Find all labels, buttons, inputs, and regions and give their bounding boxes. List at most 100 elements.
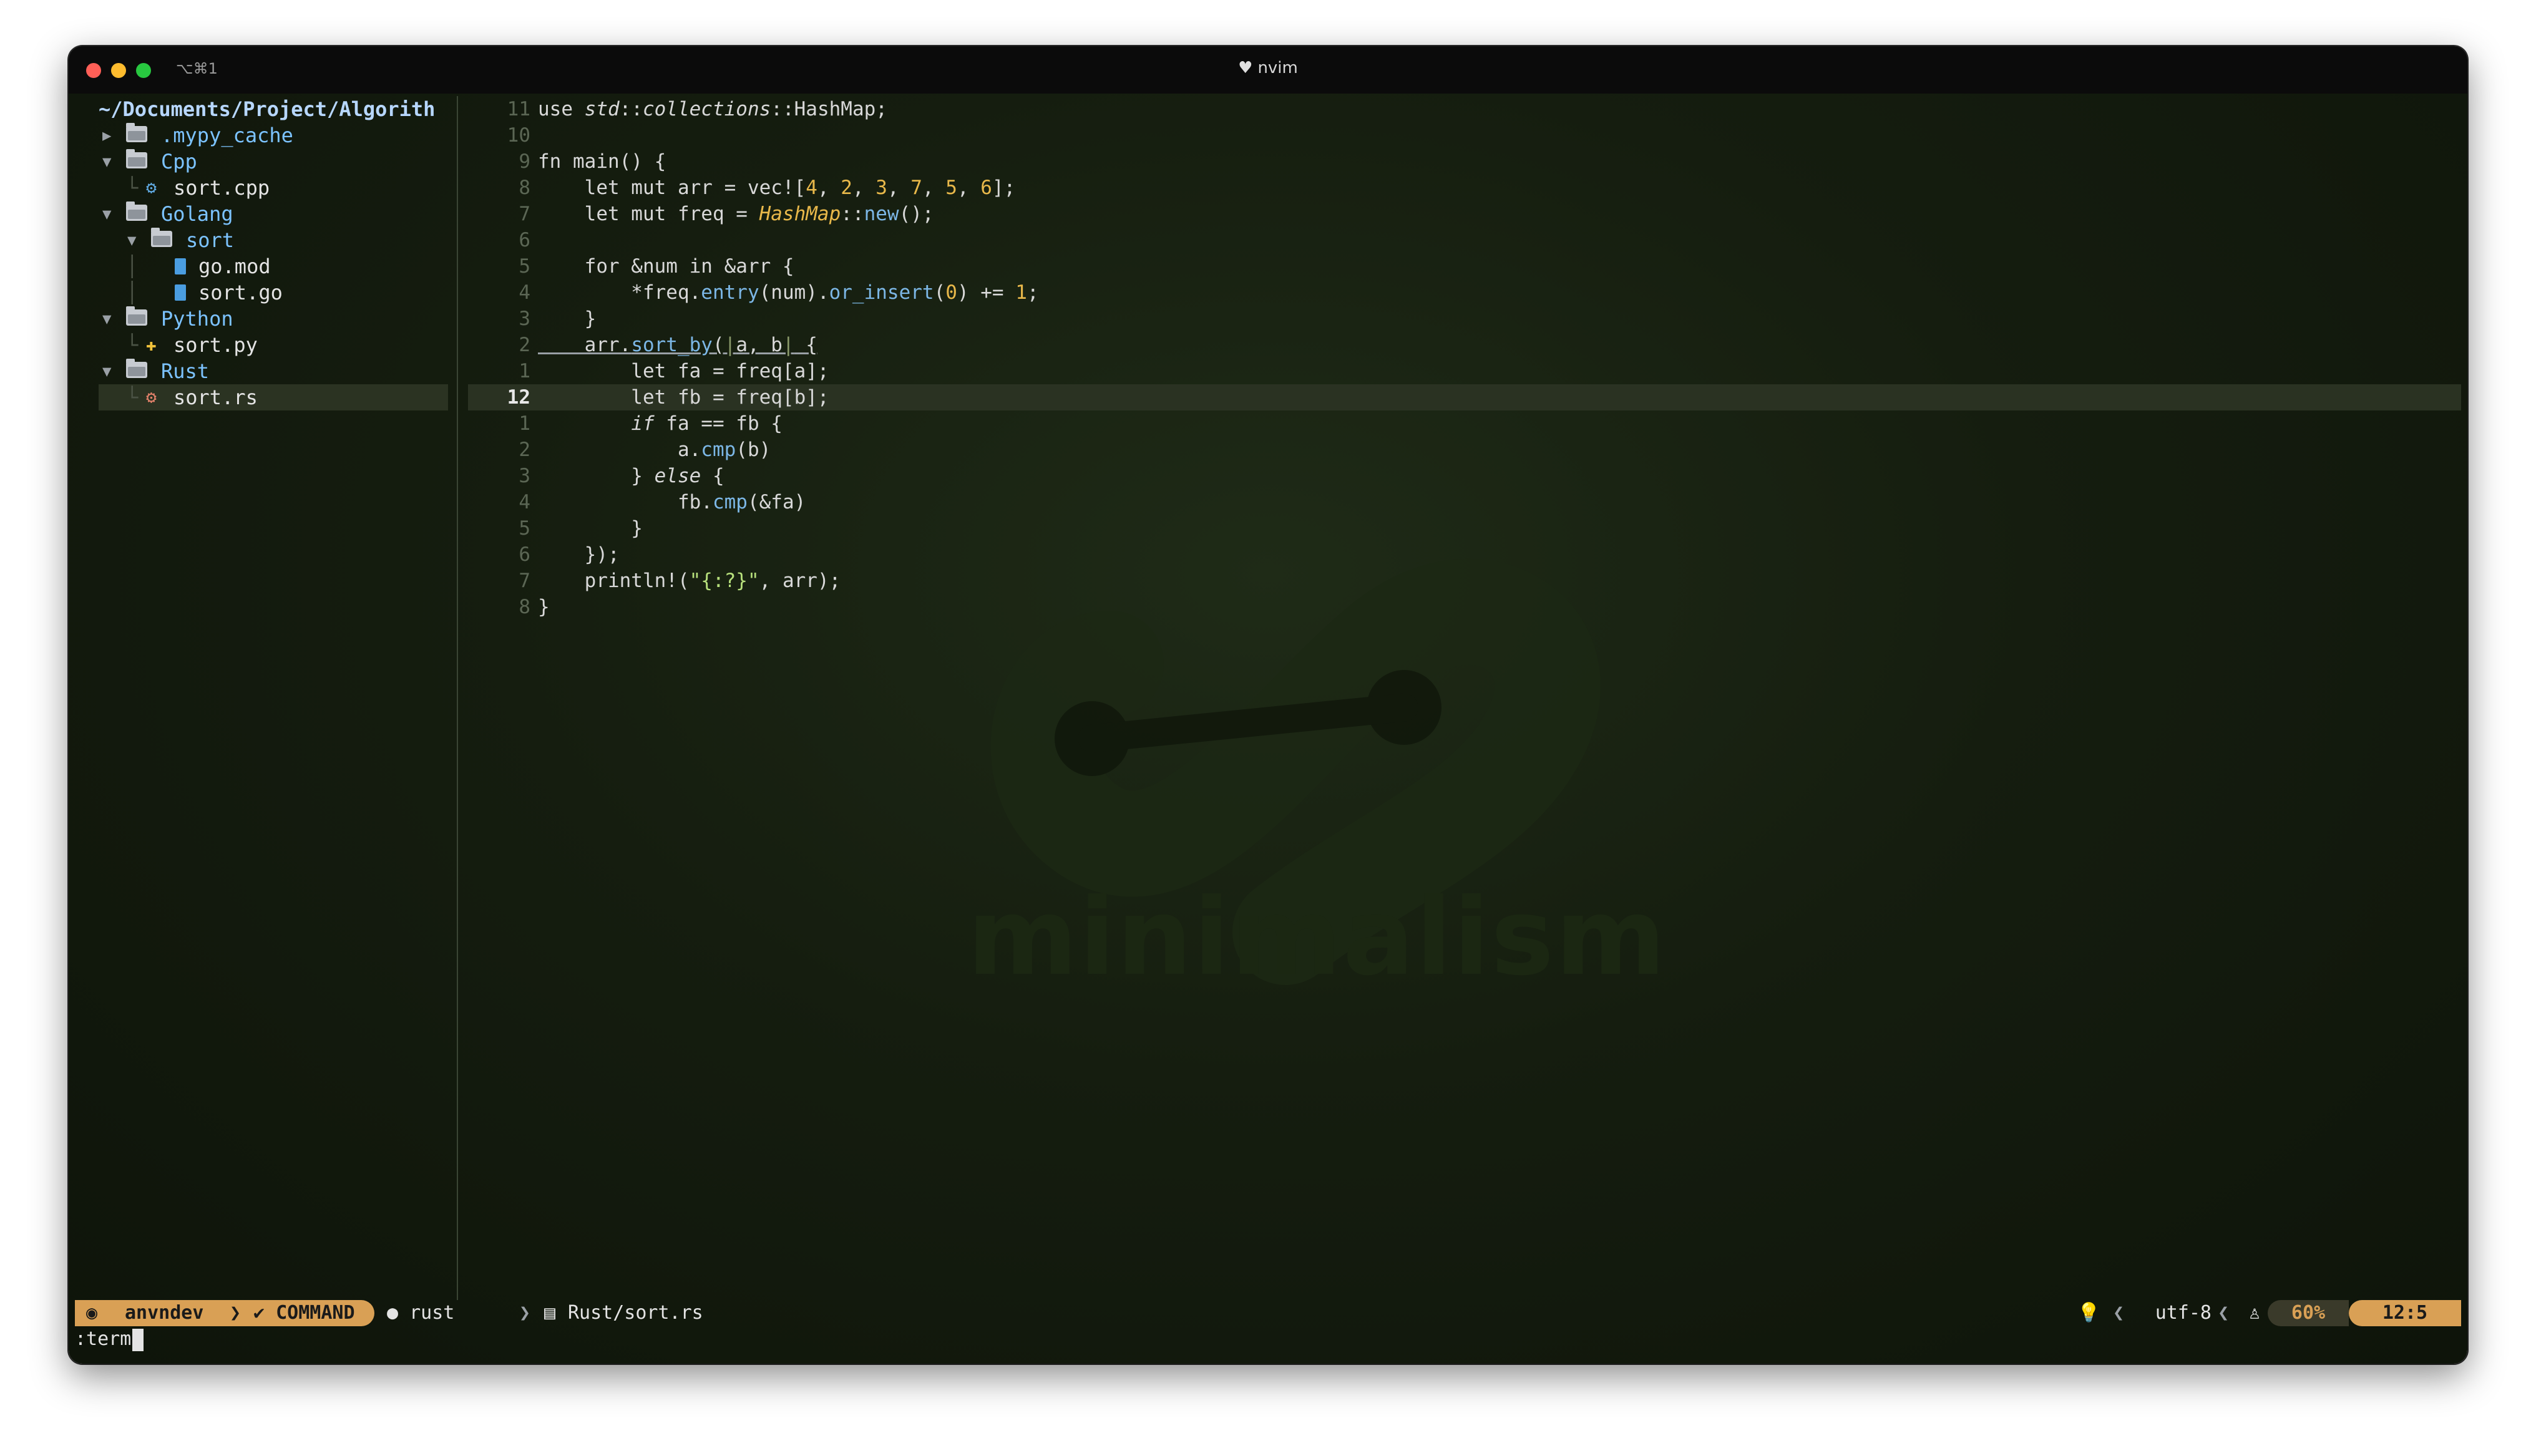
tree-file-label: sort.go xyxy=(198,281,283,304)
segment-separator-icon: ❯ xyxy=(519,1302,531,1324)
line-number: 7 xyxy=(519,570,530,592)
code-text: use std::collections::HashMap; xyxy=(538,98,887,120)
line-number: 1 xyxy=(519,412,530,435)
chevron-down-icon: ▼ xyxy=(102,310,112,328)
folder-open-icon xyxy=(126,149,147,168)
code-line: 11 use std::collections::HashMap; xyxy=(468,96,2461,122)
tree-dir-golang[interactable]: ▼ Golang xyxy=(99,201,448,227)
tree-file-go-mod[interactable]: │ go.mod xyxy=(99,253,448,279)
code-text: println!("{:?}", arr); xyxy=(538,570,841,592)
line-number: 2 xyxy=(519,334,530,356)
python-icon: ✚ xyxy=(146,334,157,355)
code-text: for &num in &arr { xyxy=(538,255,794,278)
mode-label: COMMAND xyxy=(276,1302,355,1324)
code-line: 9 fn main() { xyxy=(468,148,2461,175)
code-text: } xyxy=(538,596,550,618)
tree-guide: └ xyxy=(126,333,139,357)
user-name: anvndev xyxy=(125,1302,204,1324)
tree-guide: └ xyxy=(126,176,139,200)
tree-file-sort-cpp[interactable]: └ ⚙ sort.cpp xyxy=(99,175,448,201)
chevron-right-icon: ▶ xyxy=(102,127,112,144)
line-number: 7 xyxy=(519,203,530,225)
chevron-down-icon: ▼ xyxy=(127,231,137,249)
user-icon: ◉ xyxy=(86,1302,98,1324)
code-line: 8 let mut arr = vec![4, 2, 3, 7, 5, 6]; xyxy=(468,175,2461,201)
terminal-window: ⌥⌘1 ♥ nvim minimalism ~/Documents/Project… xyxy=(69,46,2467,1364)
line-number: 8 xyxy=(519,177,530,199)
code-text: let fb = freq[b]; xyxy=(538,386,829,409)
encoding-label: utf-8 xyxy=(2155,1302,2212,1324)
line-number: 5 xyxy=(519,517,530,540)
tree-dir-rust[interactable]: ▼ Rust xyxy=(99,358,448,384)
code-line: 4 *freq.entry(num).or_insert(0) += 1; xyxy=(468,279,2461,306)
chevron-down-icon: ▼ xyxy=(102,205,112,223)
code-line: 7 println!("{:?}", arr); xyxy=(468,568,2461,594)
tree-separator xyxy=(457,96,458,1300)
tree-root-path[interactable]: ~/Documents/Project/Algorith xyxy=(99,96,448,122)
line-number: 1 xyxy=(519,360,530,382)
go-mod-icon xyxy=(175,258,186,274)
user-segment: ◉ anvndev ❯ xyxy=(75,1300,243,1326)
code-text: *freq.entry(num).or_insert(0) += 1; xyxy=(538,281,1039,304)
tree-file-sort-py[interactable]: └ ✚ sort.py xyxy=(99,332,448,358)
text-cursor xyxy=(132,1328,144,1351)
code-text: let mut arr = vec![4, 2, 3, 7, 5, 6]; xyxy=(538,177,1016,199)
command-text: :term xyxy=(75,1328,132,1350)
command-line[interactable]: :term xyxy=(75,1326,144,1352)
code-text: }); xyxy=(538,543,620,566)
line-number: 10 xyxy=(507,124,530,147)
code-line: 1 if fa == fb { xyxy=(468,410,2461,437)
tree-file-label: sort.py xyxy=(173,333,258,357)
code-line: 2 a.cmp(b) xyxy=(468,437,2461,463)
code-text: let fa = freq[a]; xyxy=(538,360,829,382)
tree-dir-cpp[interactable]: ▼ Cpp xyxy=(99,148,448,175)
line-number: 8 xyxy=(519,596,530,618)
tree-dir-label: Golang xyxy=(161,202,233,226)
code-line: 6 xyxy=(468,227,2461,253)
code-line-current: 12 let fb = freq[b]; xyxy=(468,384,2461,410)
code-line: 5 } xyxy=(468,515,2461,541)
folder-icon xyxy=(126,123,147,142)
line-number: 12 xyxy=(507,386,530,409)
cpp-icon: ⚙ xyxy=(146,177,157,198)
code-text: } else { xyxy=(538,465,724,487)
window-title-text: nvim xyxy=(1257,59,1298,77)
tree-dir-mypy-cache[interactable]: ▶ .mypy_cache xyxy=(99,122,448,148)
tree-dir-label: Rust xyxy=(161,359,210,383)
code-line: 8} xyxy=(468,594,2461,620)
folder-open-icon xyxy=(126,359,147,378)
file-tree: ~/Documents/Project/Algorith ▶ .mypy_cac… xyxy=(99,96,448,410)
code-text: } xyxy=(538,308,597,330)
code-line: 6 }); xyxy=(468,541,2461,568)
tree-file-sort-rs[interactable]: └ ⚙ sort.rs xyxy=(99,384,448,410)
tree-dir-python[interactable]: ▼ Python xyxy=(99,306,448,332)
watermark-text: minimalism xyxy=(967,876,1667,999)
code-text: let mut freq = HashMap::new(); xyxy=(538,203,934,225)
tree-dir-sort[interactable]: ▼ sort xyxy=(99,227,448,253)
code-line: 2 arr.sort_by(|a, b| { xyxy=(468,332,2461,358)
tree-guide: └ xyxy=(126,386,139,409)
code-line: 4 fb.cmp(&fa) xyxy=(468,489,2461,515)
status-line: ◉ anvndev ❯ ✔ COMMAND ● rust ❯ ▤ Rust/so… xyxy=(75,1300,2461,1326)
line-number: 6 xyxy=(519,543,530,566)
tree-file-sort-go[interactable]: │ sort.go xyxy=(99,279,448,306)
segment-separator-icon: ❮ xyxy=(2217,1302,2229,1324)
lsp-segment: ● rust xyxy=(387,1302,455,1324)
code-text: a.cmp(b) xyxy=(538,439,771,461)
mode-text: ✔ COMMAND xyxy=(253,1302,355,1324)
line-number: 5 xyxy=(519,255,530,278)
go-icon xyxy=(175,284,186,301)
heart-icon: ♥ xyxy=(1238,59,1253,77)
line-number: 2 xyxy=(519,439,530,461)
code-editor[interactable]: 11 use std::collections::HashMap; 10 9 fn … xyxy=(468,96,2461,620)
linux-icon: ♙ xyxy=(2248,1302,2260,1324)
line-number: 4 xyxy=(519,491,530,513)
folder-open-icon xyxy=(151,228,172,247)
code-line: 3 } else { xyxy=(468,463,2461,489)
chevron-down-icon: ▼ xyxy=(102,362,112,380)
tree-file-label: sort.cpp xyxy=(173,176,270,200)
folder-open-icon xyxy=(126,306,147,326)
code-text: if fa == fb { xyxy=(631,412,783,435)
line-number: 9 xyxy=(519,150,530,173)
tree-guide: │ xyxy=(126,255,139,278)
